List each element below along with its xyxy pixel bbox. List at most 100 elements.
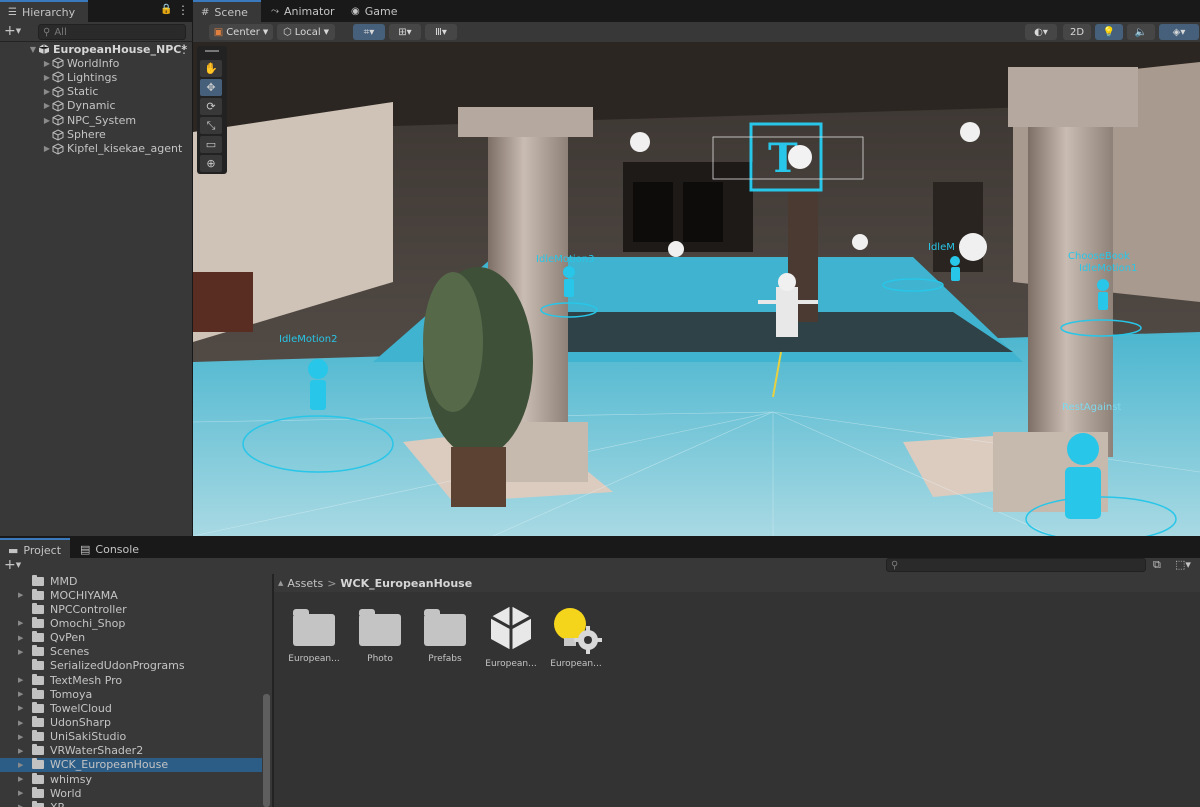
folder-tree-item[interactable]: SerializedUdonPrograms: [0, 659, 262, 673]
hierarchy-item-label: WorldInfo: [67, 56, 120, 70]
chevron-down-icon[interactable]: ▼: [28, 45, 38, 54]
folder-tree-item[interactable]: ▶ MOCHIYAMA: [0, 588, 262, 602]
folder-tree-label: MMD: [50, 574, 78, 588]
asset-item[interactable]: Prefabs: [415, 608, 475, 664]
folder-tree-item[interactable]: ▶ whimsy: [0, 772, 262, 786]
pivot-label: Center: [226, 26, 260, 38]
incremental-snap-button[interactable]: Ⅲ▾: [425, 24, 457, 40]
chevron-right-icon[interactable]: ▶: [18, 619, 26, 627]
chevron-right-icon[interactable]: ▶: [18, 803, 26, 807]
scene-menu-icon[interactable]: ⋮: [178, 42, 190, 56]
chevron-right-icon[interactable]: ▶: [42, 59, 52, 68]
breadcrumb-current[interactable]: WCK_EuropeanHouse: [340, 577, 472, 590]
chevron-right-icon[interactable]: ▶: [42, 87, 52, 96]
search-placeholder: All: [54, 26, 67, 38]
audio-toggle-button[interactable]: 🔈: [1127, 24, 1155, 40]
chevron-right-icon[interactable]: ▶: [18, 676, 26, 684]
draw-mode-dropdown[interactable]: ◐▾: [1025, 24, 1057, 40]
folder-tree-item[interactable]: ▶ UniSakiStudio: [0, 730, 262, 744]
space-local-dropdown[interactable]: ⬡ Local ▼: [277, 24, 335, 40]
hierarchy-item[interactable]: ▶ WorldInfo: [42, 56, 119, 70]
hierarchy-search-input[interactable]: ⚲ All: [38, 24, 186, 40]
chevron-right-icon[interactable]: ▶: [18, 733, 26, 741]
folder-tree-item[interactable]: NPCController: [0, 602, 262, 616]
scene-root-row[interactable]: ▼ EuropeanHouse_NPC*: [28, 42, 187, 56]
kebab-menu-icon[interactable]: ⋮: [177, 3, 189, 17]
tab-scene-label: Scene: [214, 5, 248, 19]
breadcrumb-assets[interactable]: Assets: [287, 577, 323, 590]
effects-dropdown[interactable]: ◈▾: [1159, 24, 1199, 40]
chevron-right-icon[interactable]: ▶: [18, 789, 26, 797]
tab-animator[interactable]: ⤳ Animator: [263, 0, 343, 22]
folder-tree-item[interactable]: ▶ WCK_EuropeanHouse: [0, 757, 262, 772]
asset-item[interactable]: Photo: [350, 608, 410, 664]
chevron-right-icon[interactable]: ▶: [18, 747, 26, 755]
chevron-right-icon[interactable]: ▶: [18, 704, 26, 712]
folder-tree-item[interactable]: ▶ Omochi_Shop: [0, 616, 262, 630]
create-add-button[interactable]: +▼: [4, 24, 30, 40]
folder-tab-icon: ▬: [8, 543, 19, 557]
gameobject-cube-icon: [52, 128, 64, 141]
toggle-2d-button[interactable]: 2D: [1063, 24, 1091, 40]
asset-item[interactable]: European...: [481, 604, 541, 669]
type-filter-icon[interactable]: ⬚▾: [1175, 558, 1191, 571]
folder-tree-item[interactable]: MMD: [0, 574, 262, 588]
folder-tree-item[interactable]: ▶ Scenes: [0, 645, 262, 659]
lightbulb-icon: 💡: [1102, 26, 1116, 38]
hierarchy-item[interactable]: ▶ NPC_System: [42, 113, 136, 127]
rect-tool-button[interactable]: ▭: [200, 136, 222, 153]
pivot-center-dropdown[interactable]: ▣ Center ▼: [209, 24, 273, 40]
breadcrumb-expand-icon[interactable]: ▲: [278, 579, 283, 587]
folder-tree-item[interactable]: ▶ World: [0, 786, 262, 800]
scale-icon: ⤡: [206, 118, 216, 132]
lighting-toggle-button[interactable]: 💡: [1095, 24, 1123, 40]
project-search-input[interactable]: ⚲: [886, 558, 1146, 572]
folder-tree-item[interactable]: ▶ QvPen: [0, 631, 262, 645]
chevron-right-icon[interactable]: ▶: [18, 775, 26, 783]
gameobject-cube-icon: [52, 114, 64, 126]
scale-tool-button[interactable]: ⤡: [200, 117, 222, 134]
chevron-right-icon[interactable]: ▶: [18, 591, 26, 599]
folder-tree-item[interactable]: ▶ TextMesh Pro: [0, 673, 262, 687]
scene-viewport[interactable]: T IdleMotion3 IdleMotion2 IdleM ChooseBo…: [193, 42, 1200, 536]
chevron-right-icon[interactable]: ▶: [18, 690, 26, 698]
asset-item[interactable]: European...: [546, 604, 606, 669]
folder-tree-item[interactable]: ▶ UdonSharp: [0, 716, 262, 730]
chevron-right-icon[interactable]: ▶: [18, 719, 26, 727]
search-filter-icon[interactable]: ⧉: [1153, 558, 1161, 572]
tab-game[interactable]: ◉ Game: [343, 0, 405, 22]
snap-increment-button[interactable]: ⊞▾: [389, 24, 421, 40]
chevron-right-icon[interactable]: ▶: [18, 761, 26, 769]
tab-console[interactable]: ▤ Console: [72, 538, 147, 560]
folder-tree-item[interactable]: ▶ VRWaterShader2: [0, 744, 262, 758]
transform-tool-button[interactable]: ⊕: [200, 155, 222, 172]
lock-icon[interactable]: 🔒: [160, 4, 172, 15]
asset-label: Prefabs: [428, 654, 462, 664]
folder-tree-item[interactable]: ▶ TowelCloud: [0, 701, 262, 715]
chevron-right-icon[interactable]: ▶: [18, 648, 26, 656]
chevron-right-icon[interactable]: ▶: [42, 144, 52, 153]
scene-render: T: [193, 42, 1200, 536]
move-tool-button[interactable]: ✥: [200, 79, 222, 96]
folder-tree-item[interactable]: ▶ Tomoya: [0, 687, 262, 701]
hierarchy-item[interactable]: Sphere: [42, 128, 106, 142]
chevron-right-icon[interactable]: ▶: [18, 634, 26, 642]
asset-item[interactable]: European...: [284, 608, 344, 664]
tab-hierarchy[interactable]: ☰ Hierarchy: [0, 0, 88, 22]
chevron-right-icon[interactable]: ▶: [42, 101, 52, 110]
hierarchy-item[interactable]: ▶ Static: [42, 85, 99, 99]
hierarchy-item-label: Sphere: [67, 128, 106, 141]
hierarchy-item[interactable]: ▶ Dynamic: [42, 99, 116, 113]
create-asset-button[interactable]: +▼: [4, 558, 21, 572]
chevron-right-icon[interactable]: ▶: [42, 73, 52, 82]
hierarchy-item[interactable]: ▶ Lightings: [42, 70, 117, 84]
hierarchy-item[interactable]: ▶ Kipfel_kisekae_agent: [42, 142, 182, 156]
grid-snap-button[interactable]: ⌗▾: [353, 24, 385, 40]
palette-handle[interactable]: [205, 50, 219, 52]
hand-tool-button[interactable]: ✋: [200, 60, 222, 77]
chevron-right-icon[interactable]: ▶: [42, 116, 52, 125]
tab-scene[interactable]: # Scene: [193, 0, 261, 22]
rotate-tool-button[interactable]: ⟳: [200, 98, 222, 115]
folder-tree-scrollbar[interactable]: [263, 694, 270, 807]
folder-tree-item[interactable]: ▶ XR: [0, 800, 262, 807]
